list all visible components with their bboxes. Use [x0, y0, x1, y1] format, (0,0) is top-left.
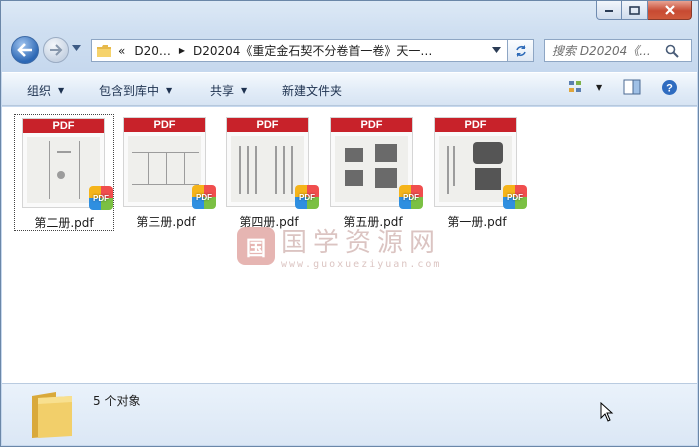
new-folder-button[interactable]: 新建文件夹 [282, 82, 342, 99]
view-options[interactable]: ▼ [568, 79, 602, 95]
breadcrumb-current[interactable]: D20204《重定金石契不分卷首一卷》天一… [193, 42, 432, 59]
file-name[interactable]: 第三册.pdf [116, 213, 216, 230]
share-menu[interactable]: 共享 ▼ [210, 82, 247, 99]
view-chevron-icon: ▼ [596, 82, 603, 92]
include-in-library-menu[interactable]: 包含到库中 ▼ [99, 82, 172, 99]
folder-icon [97, 44, 111, 57]
recent-pages-chevron-icon[interactable] [72, 45, 81, 51]
pdf-band: PDF [331, 118, 412, 132]
back-button[interactable] [11, 36, 39, 64]
pdf-file-icon: PDF [192, 185, 216, 209]
breadcrumb-separator-icon[interactable]: ▶ [179, 46, 185, 55]
search-input[interactable] [545, 43, 665, 58]
organize-label: 组织 [27, 84, 52, 98]
pdf-file-icon: PDF [399, 185, 423, 209]
pdf-file-icon: PDF [295, 185, 319, 209]
new-folder-label: 新建文件夹 [282, 84, 343, 98]
preview-pane-icon [623, 79, 641, 95]
watermark-seal: 国 [237, 227, 275, 265]
pdf-band: PDF [435, 118, 516, 132]
organize-menu[interactable]: 组织 ▼ [27, 82, 64, 99]
minimize-button[interactable] [596, 1, 622, 20]
caption-buttons [596, 1, 692, 21]
refresh-icon [515, 44, 526, 57]
minimize-icon [605, 10, 613, 12]
file-name[interactable]: 第二册.pdf [15, 214, 113, 231]
close-button[interactable] [648, 1, 692, 20]
chevron-down-icon: ▼ [166, 86, 173, 95]
item-count: 5 个对象 [93, 394, 141, 408]
address-bar[interactable]: « D20… ▶ D20204《重定金石契不分卷首一卷》天一… [91, 39, 508, 62]
file-item[interactable]: PDF PDF 第四册.pdf [219, 114, 319, 231]
arrow-right-icon [50, 44, 63, 56]
mouse-cursor-icon [600, 402, 614, 422]
preview-pane-button[interactable] [623, 79, 641, 95]
pdf-band: PDF [227, 118, 308, 132]
folder-icon [32, 392, 72, 438]
file-list-pane[interactable]: PDF PDF 第二册.pdf PDF PDF 第三册.pdf PDF PDF … [2, 107, 697, 383]
maximize-button[interactable] [622, 1, 648, 20]
share-label: 共享 [210, 84, 235, 98]
file-item[interactable]: PDF PDF 第三册.pdf [116, 114, 216, 231]
help-icon: ? [662, 80, 677, 95]
refresh-button[interactable] [508, 39, 534, 62]
navigation-bar: « D20… ▶ D20204《重定金石契不分卷首一卷》天一… [9, 35, 692, 65]
details-pane: 5 个对象 [2, 383, 697, 445]
include-library-label: 包含到库中 [99, 84, 160, 98]
help-button[interactable]: ? [661, 79, 678, 96]
pdf-file-icon: PDF [89, 186, 113, 210]
chevron-down-icon: ▼ [241, 86, 248, 95]
explorer-window: « D20… ▶ D20204《重定金石契不分卷首一卷》天一… 组织 ▼ 包含到库… [0, 0, 699, 447]
file-item[interactable]: PDF PDF 第一册.pdf [427, 114, 527, 231]
breadcrumb-parent[interactable]: D20… [134, 44, 171, 58]
address-dropdown-icon[interactable] [492, 47, 501, 53]
arrow-left-icon [17, 43, 32, 57]
pdf-band: PDF [23, 119, 104, 133]
pdf-file-icon: PDF [503, 185, 527, 209]
pdf-band: PDF [124, 118, 205, 132]
file-item[interactable]: PDF PDF 第二册.pdf [14, 114, 114, 231]
svg-text:?: ? [666, 83, 673, 95]
watermark-text: 国学资源网 [281, 228, 442, 258]
file-item[interactable]: PDF PDF 第五册.pdf [323, 114, 423, 231]
chevron-down-icon: ▼ [58, 86, 65, 95]
search-icon[interactable] [665, 44, 679, 58]
watermark: 国 国学资源网 www.guoxueziyuan.com [237, 222, 441, 270]
file-name[interactable]: 第一册.pdf [427, 213, 527, 230]
watermark-url: www.guoxueziyuan.com [281, 259, 442, 270]
breadcrumb-overflow[interactable]: « [118, 44, 125, 58]
forward-button[interactable] [43, 37, 69, 63]
close-icon [664, 5, 675, 15]
view-icon [569, 81, 581, 92]
maximize-icon [629, 5, 640, 15]
command-bar: 组织 ▼ 包含到库中 ▼ 共享 ▼ 新建文件夹 ▼ ? [2, 72, 697, 106]
search-box[interactable] [544, 39, 692, 62]
